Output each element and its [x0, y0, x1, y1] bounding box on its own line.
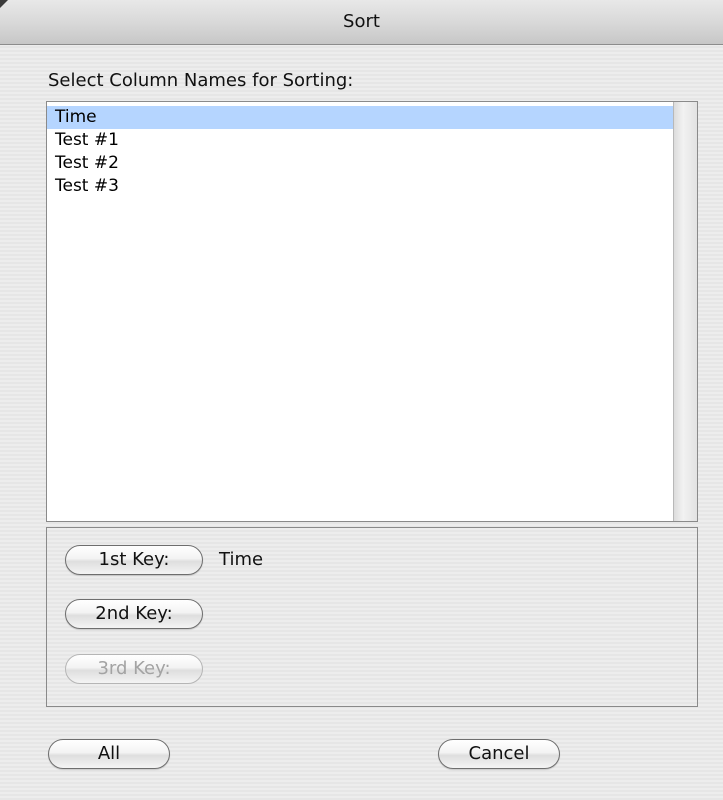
column-names-list[interactable]: Time Test #1 Test #2 Test #3 [46, 101, 698, 522]
first-key-value: Time [219, 549, 264, 570]
sort-prompt-label: Select Column Names for Sorting: [48, 70, 354, 91]
column-list-items: Time Test #1 Test #2 Test #3 [47, 106, 673, 198]
second-key-button[interactable]: 2nd Key: [65, 599, 203, 629]
sort-keys-panel: 1st Key: Time 2nd Key: 3rd Key: [46, 527, 698, 707]
list-item-test-3[interactable]: Test #3 [47, 175, 673, 198]
sort-dialog: Sort Select Column Names for Sorting: Ti… [0, 0, 723, 800]
list-item-test-2[interactable]: Test #2 [47, 152, 673, 175]
window-title: Sort [343, 11, 380, 32]
list-item-time[interactable]: Time [47, 106, 673, 129]
list-item-test-1[interactable]: Test #1 [47, 129, 673, 152]
first-key-button[interactable]: 1st Key: [65, 545, 203, 575]
title-bar: Sort [0, 0, 723, 45]
third-key-button: 3rd Key: [65, 654, 203, 684]
all-button[interactable]: All [48, 739, 170, 769]
list-scrollbar[interactable] [673, 102, 697, 521]
cancel-button[interactable]: Cancel [438, 739, 560, 769]
